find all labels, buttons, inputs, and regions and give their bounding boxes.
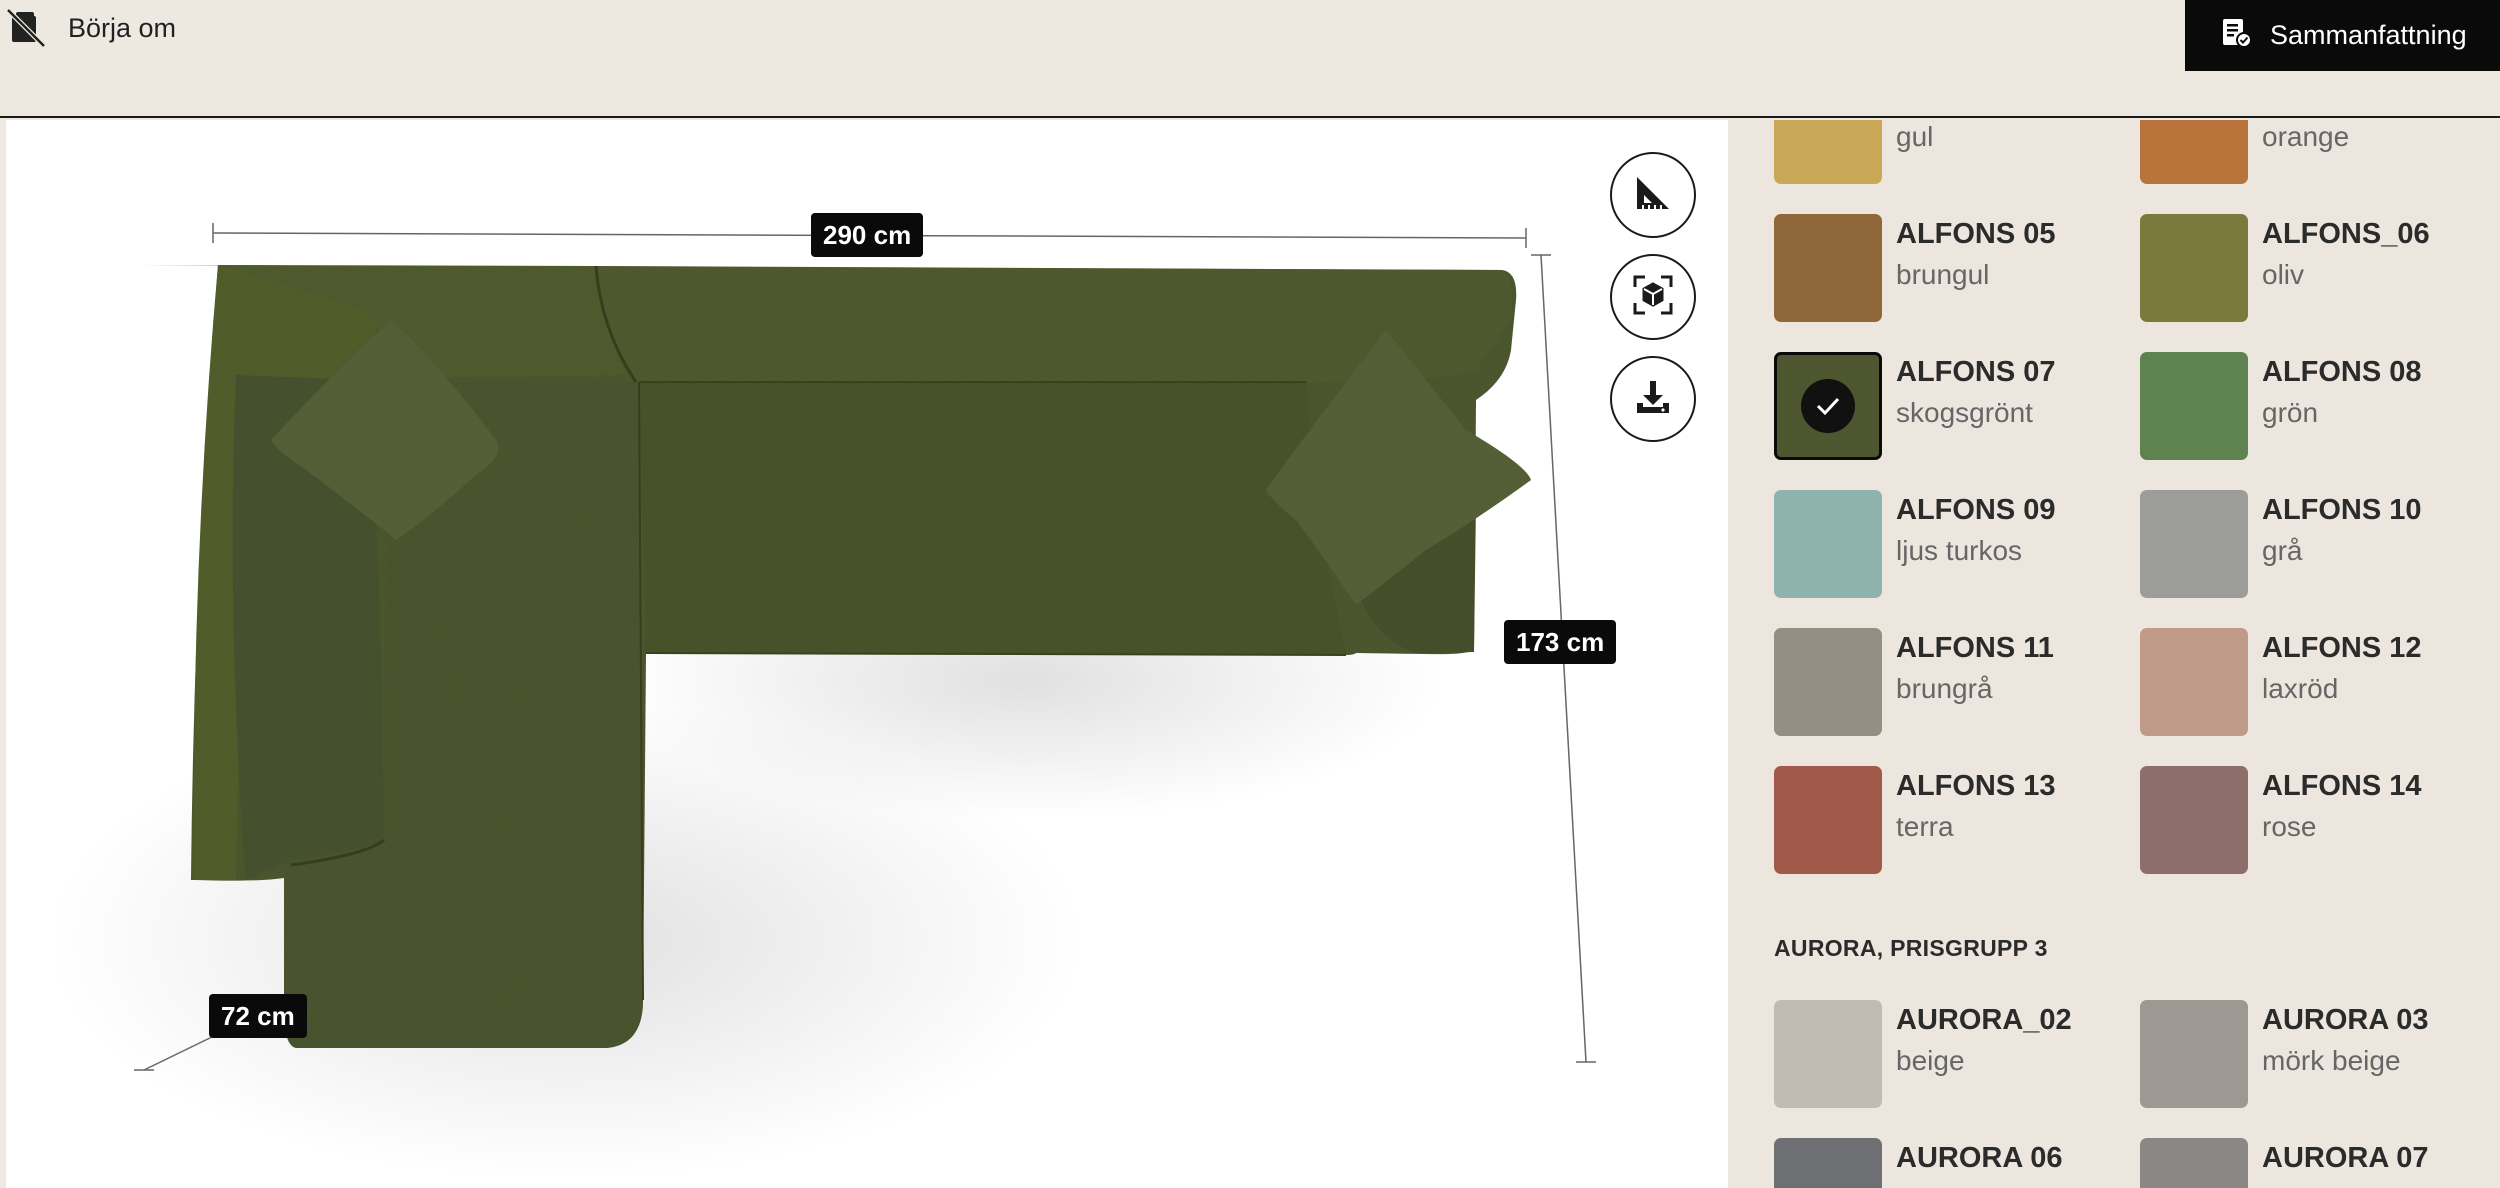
ruler-triangle-icon: [1633, 173, 1673, 218]
fabric-code[interactable]: ALFONS 07: [1896, 356, 2056, 389]
fabric-color-name: oliv: [2262, 259, 2305, 290]
fabric-swatch[interactable]: [2140, 120, 2248, 184]
fabric-code[interactable]: AURORA_02: [1896, 1004, 2072, 1037]
fabric-code[interactable]: AURORA 03: [2262, 1004, 2429, 1037]
fabric-swatch[interactable]: [1774, 628, 1882, 736]
depth-dimension-label: 173 cm: [1504, 620, 1617, 664]
fabric-swatch[interactable]: [1774, 766, 1882, 874]
download-button[interactable]: [1610, 356, 1696, 442]
fabric-swatch[interactable]: [1774, 1000, 1882, 1108]
fabric-color-name: mörk beige: [2262, 1045, 2401, 1076]
download-icon: [1633, 377, 1673, 422]
fabric-code[interactable]: ALFONS 10: [2262, 494, 2422, 527]
fabric-code[interactable]: AURORA 06: [1896, 1142, 2063, 1175]
fabric-swatch[interactable]: [2140, 766, 2248, 874]
restart-button[interactable]: Börja om: [6, 8, 176, 48]
fabric-color-name: brungrå: [1896, 673, 1993, 704]
fabric-color-name: grå: [2262, 535, 2303, 566]
fabric-swatch[interactable]: [2140, 352, 2248, 460]
fabric-code[interactable]: ALFONS 11: [1896, 632, 2054, 665]
fabric-swatch[interactable]: [2140, 214, 2248, 322]
fabric-code[interactable]: ALFONS 12: [2262, 632, 2422, 665]
fabric-color-name: rose: [2262, 811, 2317, 842]
fabric-code[interactable]: ALFONS 13: [1896, 770, 2056, 803]
restart-label: Börja om: [68, 12, 177, 43]
fabric-panel: gul orange ALFONS 05 brungul ALFONS_06oliv AL…: [1728, 120, 2500, 1188]
fabric-swatch[interactable]: [1774, 490, 1882, 598]
fabric-swatch[interactable]: [2140, 628, 2248, 736]
top-bar: Börja om Sammanfattning: [0, 0, 2500, 118]
fabric-swatch[interactable]: [2140, 490, 2248, 598]
fabric-code[interactable]: AURORA 07: [2262, 1142, 2429, 1175]
fabric-code[interactable]: ALFONS 09: [1896, 494, 2056, 527]
sofa-viewer[interactable]: 290 cm 173 cm 72 cm: [6, 120, 1728, 1188]
fabric-code[interactable]: ALFONS 14: [2262, 770, 2422, 803]
ar-view-button[interactable]: [1610, 254, 1696, 340]
restart-sofa-icon: [6, 8, 48, 48]
fabric-group-heading: AURORA, PRISGRUPP 3: [1774, 935, 2048, 961]
fabric-color-name: gul: [1896, 121, 1934, 152]
summary-button[interactable]: Sammanfattning: [2185, 0, 2500, 71]
fabric-swatch[interactable]: [1774, 120, 1882, 184]
fabric-color-name: beige: [1896, 1045, 1965, 1076]
checkmark-icon: [1801, 379, 1855, 433]
ar-cube-icon: [1631, 273, 1675, 322]
summary-label: Sammanfattning: [2270, 20, 2467, 50]
summary-checklist-icon: [2220, 17, 2252, 54]
fabric-code[interactable]: ALFONS 05: [1896, 218, 2056, 251]
fabric-swatch[interactable]: [1774, 214, 1882, 322]
fabric-color-name: grön: [2262, 397, 2319, 428]
fabric-color-name: orange: [2262, 121, 2350, 152]
width-dimension-label: 290 cm: [811, 213, 924, 257]
fabric-color-name: brungul: [1896, 259, 1990, 290]
fabric-swatch[interactable]: [1774, 352, 1882, 460]
fabric-swatch[interactable]: [2140, 1138, 2248, 1188]
chaise-dimension-label: 72 cm: [209, 994, 307, 1038]
fabric-code[interactable]: ALFONS_06: [2262, 218, 2430, 251]
fabric-swatch[interactable]: [2140, 1000, 2248, 1108]
fabric-swatch[interactable]: [1774, 1138, 1882, 1188]
fabric-color-name: laxröd: [2262, 673, 2339, 704]
measure-tool-button[interactable]: [1610, 152, 1696, 238]
fabric-color-name: terra: [1896, 811, 1954, 842]
fabric-color-name: skogsgrönt: [1896, 397, 2033, 428]
fabric-color-name: ljus turkos: [1896, 535, 2023, 566]
fabric-code[interactable]: ALFONS 08: [2262, 356, 2422, 389]
